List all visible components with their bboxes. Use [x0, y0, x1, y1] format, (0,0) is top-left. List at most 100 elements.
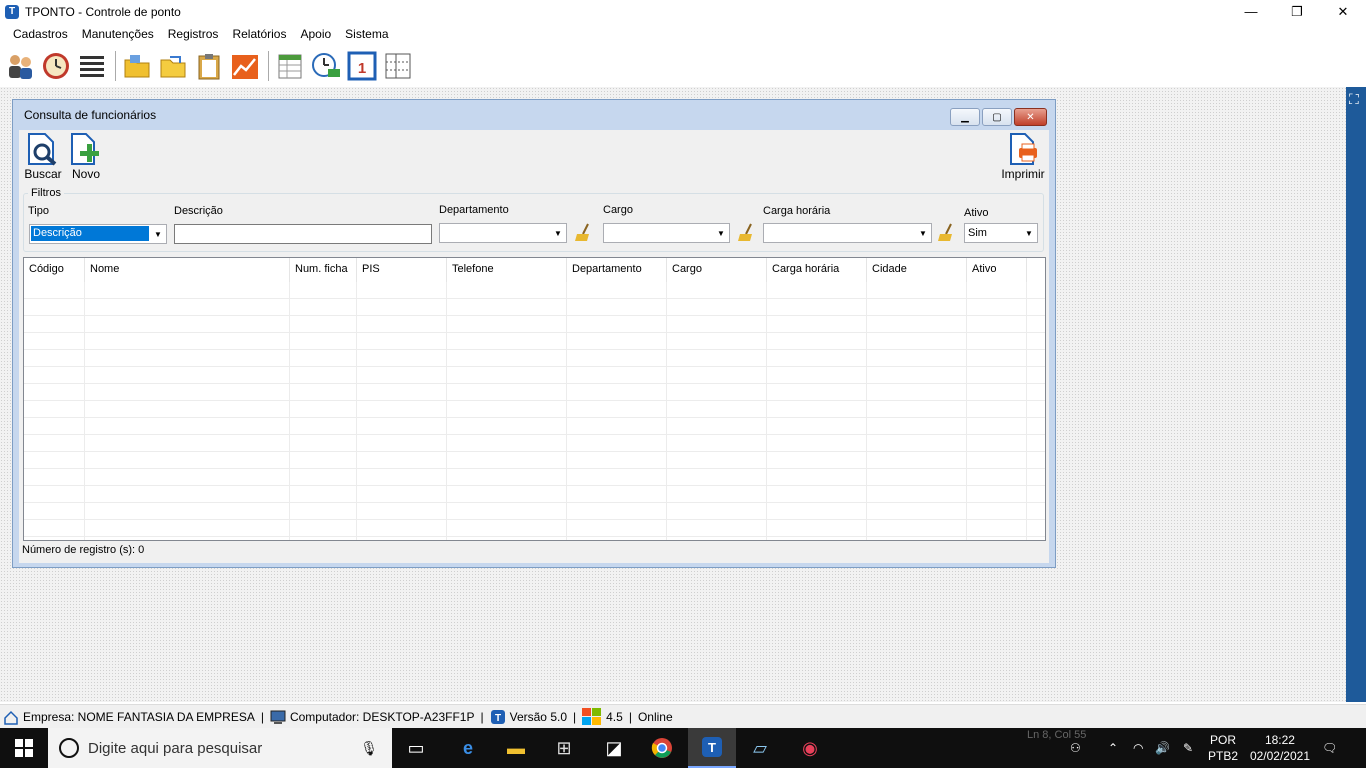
child-close-button[interactable]: ✕: [1014, 108, 1047, 126]
spreadsheet-icon[interactable]: [273, 49, 307, 83]
taskbar-search-placeholder: Digite aqui para pesquisar: [88, 739, 263, 757]
svg-text:1: 1: [358, 60, 366, 77]
home-icon: [4, 710, 18, 725]
wifi-icon[interactable]: ◠: [1133, 728, 1143, 768]
expand-icon[interactable]: ⛶: [1349, 91, 1359, 108]
windows-logo-icon: [582, 707, 602, 725]
menu-manutencoes[interactable]: Manutenções: [75, 27, 161, 41]
status-computer: Computador: DESKTOP-A23FF1P: [289, 709, 475, 724]
store-icon[interactable]: ⊞: [540, 728, 588, 768]
notifications-icon[interactable]: 🗨: [1322, 728, 1337, 768]
status-company: Empresa: NOME FANTASIA DA EMPRESA: [23, 709, 255, 724]
child-minimize-button[interactable]: ▁: [950, 108, 980, 126]
cargo-label: Cargo: [603, 204, 633, 216]
ativo-label: Ativo: [964, 207, 989, 219]
table-adjust-icon[interactable]: [381, 49, 415, 83]
folder-open-icon[interactable]: [156, 49, 190, 83]
departamento-select[interactable]: ▼: [439, 223, 567, 243]
volume-icon[interactable]: 🔊: [1155, 728, 1170, 768]
child-window-body: Buscar Novo Imprimir Filtros Tipo Descri…: [19, 130, 1049, 563]
maximize-button[interactable]: ❐: [1274, 0, 1320, 23]
chevron-down-icon[interactable]: ▼: [550, 224, 566, 242]
descricao-label: Descrição: [174, 205, 223, 217]
col-cidade[interactable]: Cidade: [867, 258, 967, 282]
task-view-icon[interactable]: ▭: [392, 728, 440, 768]
microphone-icon[interactable]: 🎙: [360, 740, 378, 757]
menu-cadastros[interactable]: Cadastros: [6, 27, 75, 41]
col-ativo[interactable]: Ativo: [967, 258, 1027, 282]
edge-icon[interactable]: e: [444, 728, 492, 768]
col-pis[interactable]: PIS: [357, 258, 447, 282]
chevron-down-icon[interactable]: ▼: [150, 225, 166, 243]
ativo-select[interactable]: Sim ▼: [964, 223, 1038, 243]
grid-empty-rows: [24, 282, 1045, 540]
pen-icon[interactable]: ✎: [1183, 728, 1193, 768]
employee-query-window: Consulta de funcionários ▁ ▢ ✕ Buscar No…: [12, 99, 1056, 568]
windows-start-icon: [15, 739, 33, 757]
svg-text:T: T: [708, 740, 716, 755]
menu-apoio[interactable]: Apoio: [293, 27, 338, 41]
status-build: 4.5: [606, 709, 623, 724]
tipo-select[interactable]: Descrição ▼: [29, 224, 167, 244]
taskbar-clock[interactable]: 18:22 02/02/2021: [1250, 732, 1310, 764]
col-telefone[interactable]: Telefone: [447, 258, 567, 282]
col-num-ficha[interactable]: Num. ficha: [290, 258, 357, 282]
clear-cargo-icon[interactable]: [736, 222, 756, 242]
video-app-icon[interactable]: ◉: [786, 728, 834, 768]
chevron-down-icon[interactable]: ▼: [1021, 224, 1037, 242]
clear-carga-icon[interactable]: [936, 222, 956, 242]
col-carga-horaria[interactable]: Carga horária: [767, 258, 867, 282]
col-codigo[interactable]: Código: [24, 258, 85, 282]
clear-department-icon[interactable]: [573, 222, 593, 242]
employees-icon[interactable]: [3, 49, 37, 83]
employee-grid[interactable]: Código Nome Num. ficha PIS Telefone Depa…: [23, 257, 1046, 541]
search-button[interactable]: Buscar: [21, 132, 65, 181]
calendar-icon[interactable]: 1: [345, 49, 379, 83]
cargo-select[interactable]: ▼: [603, 223, 730, 243]
windows-taskbar: Digite aqui para pesquisar 🎙 ▭ e ▬ ⊞ ◪ T…: [0, 728, 1366, 768]
minimize-button[interactable]: —: [1228, 0, 1274, 23]
time-sync-icon[interactable]: [309, 49, 343, 83]
status-version: Versão 5.0: [509, 709, 567, 724]
descricao-input[interactable]: [174, 224, 432, 244]
search-button-label: Buscar: [24, 167, 62, 181]
app-icon: T: [5, 4, 19, 19]
tray-chevron-up-icon[interactable]: ⌃: [1108, 728, 1118, 768]
close-button[interactable]: ✕: [1320, 0, 1366, 23]
file-explorer-icon[interactable]: ▬: [492, 728, 540, 768]
child-restore-button[interactable]: ▢: [982, 108, 1012, 126]
tponto-icon: T: [490, 709, 505, 724]
taskbar-search-box[interactable]: Digite aqui para pesquisar 🎙: [48, 728, 392, 768]
departamento-label: Departamento: [439, 204, 509, 216]
col-departamento[interactable]: Departamento: [567, 258, 667, 282]
start-button[interactable]: [0, 728, 48, 768]
folder-icon[interactable]: [120, 49, 154, 83]
grid-header: Código Nome Num. ficha PIS Telefone Depa…: [24, 258, 1027, 282]
toolbar: 1: [0, 46, 1366, 86]
print-button[interactable]: Imprimir: [999, 132, 1047, 181]
title-bar: T TPONTO - Controle de ponto — ❐ ✕: [0, 0, 1366, 23]
chevron-down-icon[interactable]: ▼: [915, 224, 931, 242]
menu-sistema[interactable]: Sistema: [338, 27, 395, 41]
print-icon: [1010, 133, 1037, 165]
col-nome[interactable]: Nome: [85, 258, 290, 282]
new-button-label: Novo: [71, 167, 100, 181]
tray-people-icon[interactable]: ⚇: [1070, 728, 1081, 768]
chevron-down-icon[interactable]: ▼: [713, 224, 729, 242]
col-cargo[interactable]: Cargo: [667, 258, 767, 282]
notepad-icon[interactable]: ▱: [736, 728, 784, 768]
filters-legend: Filtros: [28, 187, 64, 199]
chrome-icon[interactable]: [638, 728, 686, 768]
chart-icon[interactable]: [228, 49, 262, 83]
clock-icon[interactable]: [39, 49, 73, 83]
add-icon: [71, 133, 99, 165]
language-indicator[interactable]: POR PTB2: [1208, 732, 1238, 764]
sticky-notes-icon[interactable]: ◪: [590, 728, 638, 768]
list-icon[interactable]: [75, 49, 109, 83]
new-button[interactable]: Novo: [64, 132, 108, 181]
carga-select[interactable]: ▼: [763, 223, 932, 243]
menu-registros[interactable]: Registros: [161, 27, 226, 41]
tponto-taskbar-icon[interactable]: T: [688, 728, 736, 768]
menu-relatorios[interactable]: Relatórios: [225, 27, 293, 41]
clipboard-icon[interactable]: [192, 49, 226, 83]
